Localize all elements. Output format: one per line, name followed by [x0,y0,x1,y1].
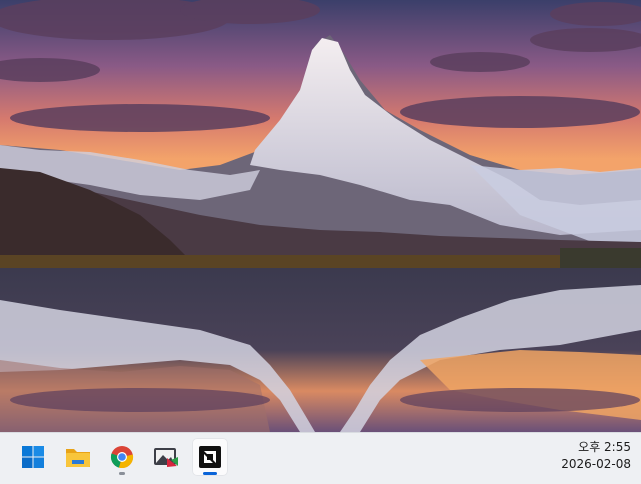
taskbar-chrome-button[interactable] [104,438,140,476]
amd-icon [199,446,221,468]
taskbar-file-explorer-button[interactable] [60,438,96,476]
folder-icon [66,449,90,467]
chrome-running-indicator [119,472,125,475]
amd-active-indicator [203,472,217,475]
wallpaper-image [0,0,641,432]
taskbar-amd-software-button[interactable] [192,438,228,476]
clock-time: 오후 2:55 [578,440,631,454]
chrome-icon [110,446,134,469]
taskbar: 오후 2:55 2026-02-08 [0,432,641,484]
desktop-wallpaper [0,0,641,432]
taskbar-clock[interactable]: 오후 2:55 2026-02-08 [511,439,631,477]
taskbar-photo-app-button[interactable] [148,438,184,476]
image-app-icon [154,448,178,467]
windows-start-icon [22,446,44,468]
taskbar-start-button[interactable] [15,438,51,476]
clock-date: 2026-02-08 [561,457,631,471]
